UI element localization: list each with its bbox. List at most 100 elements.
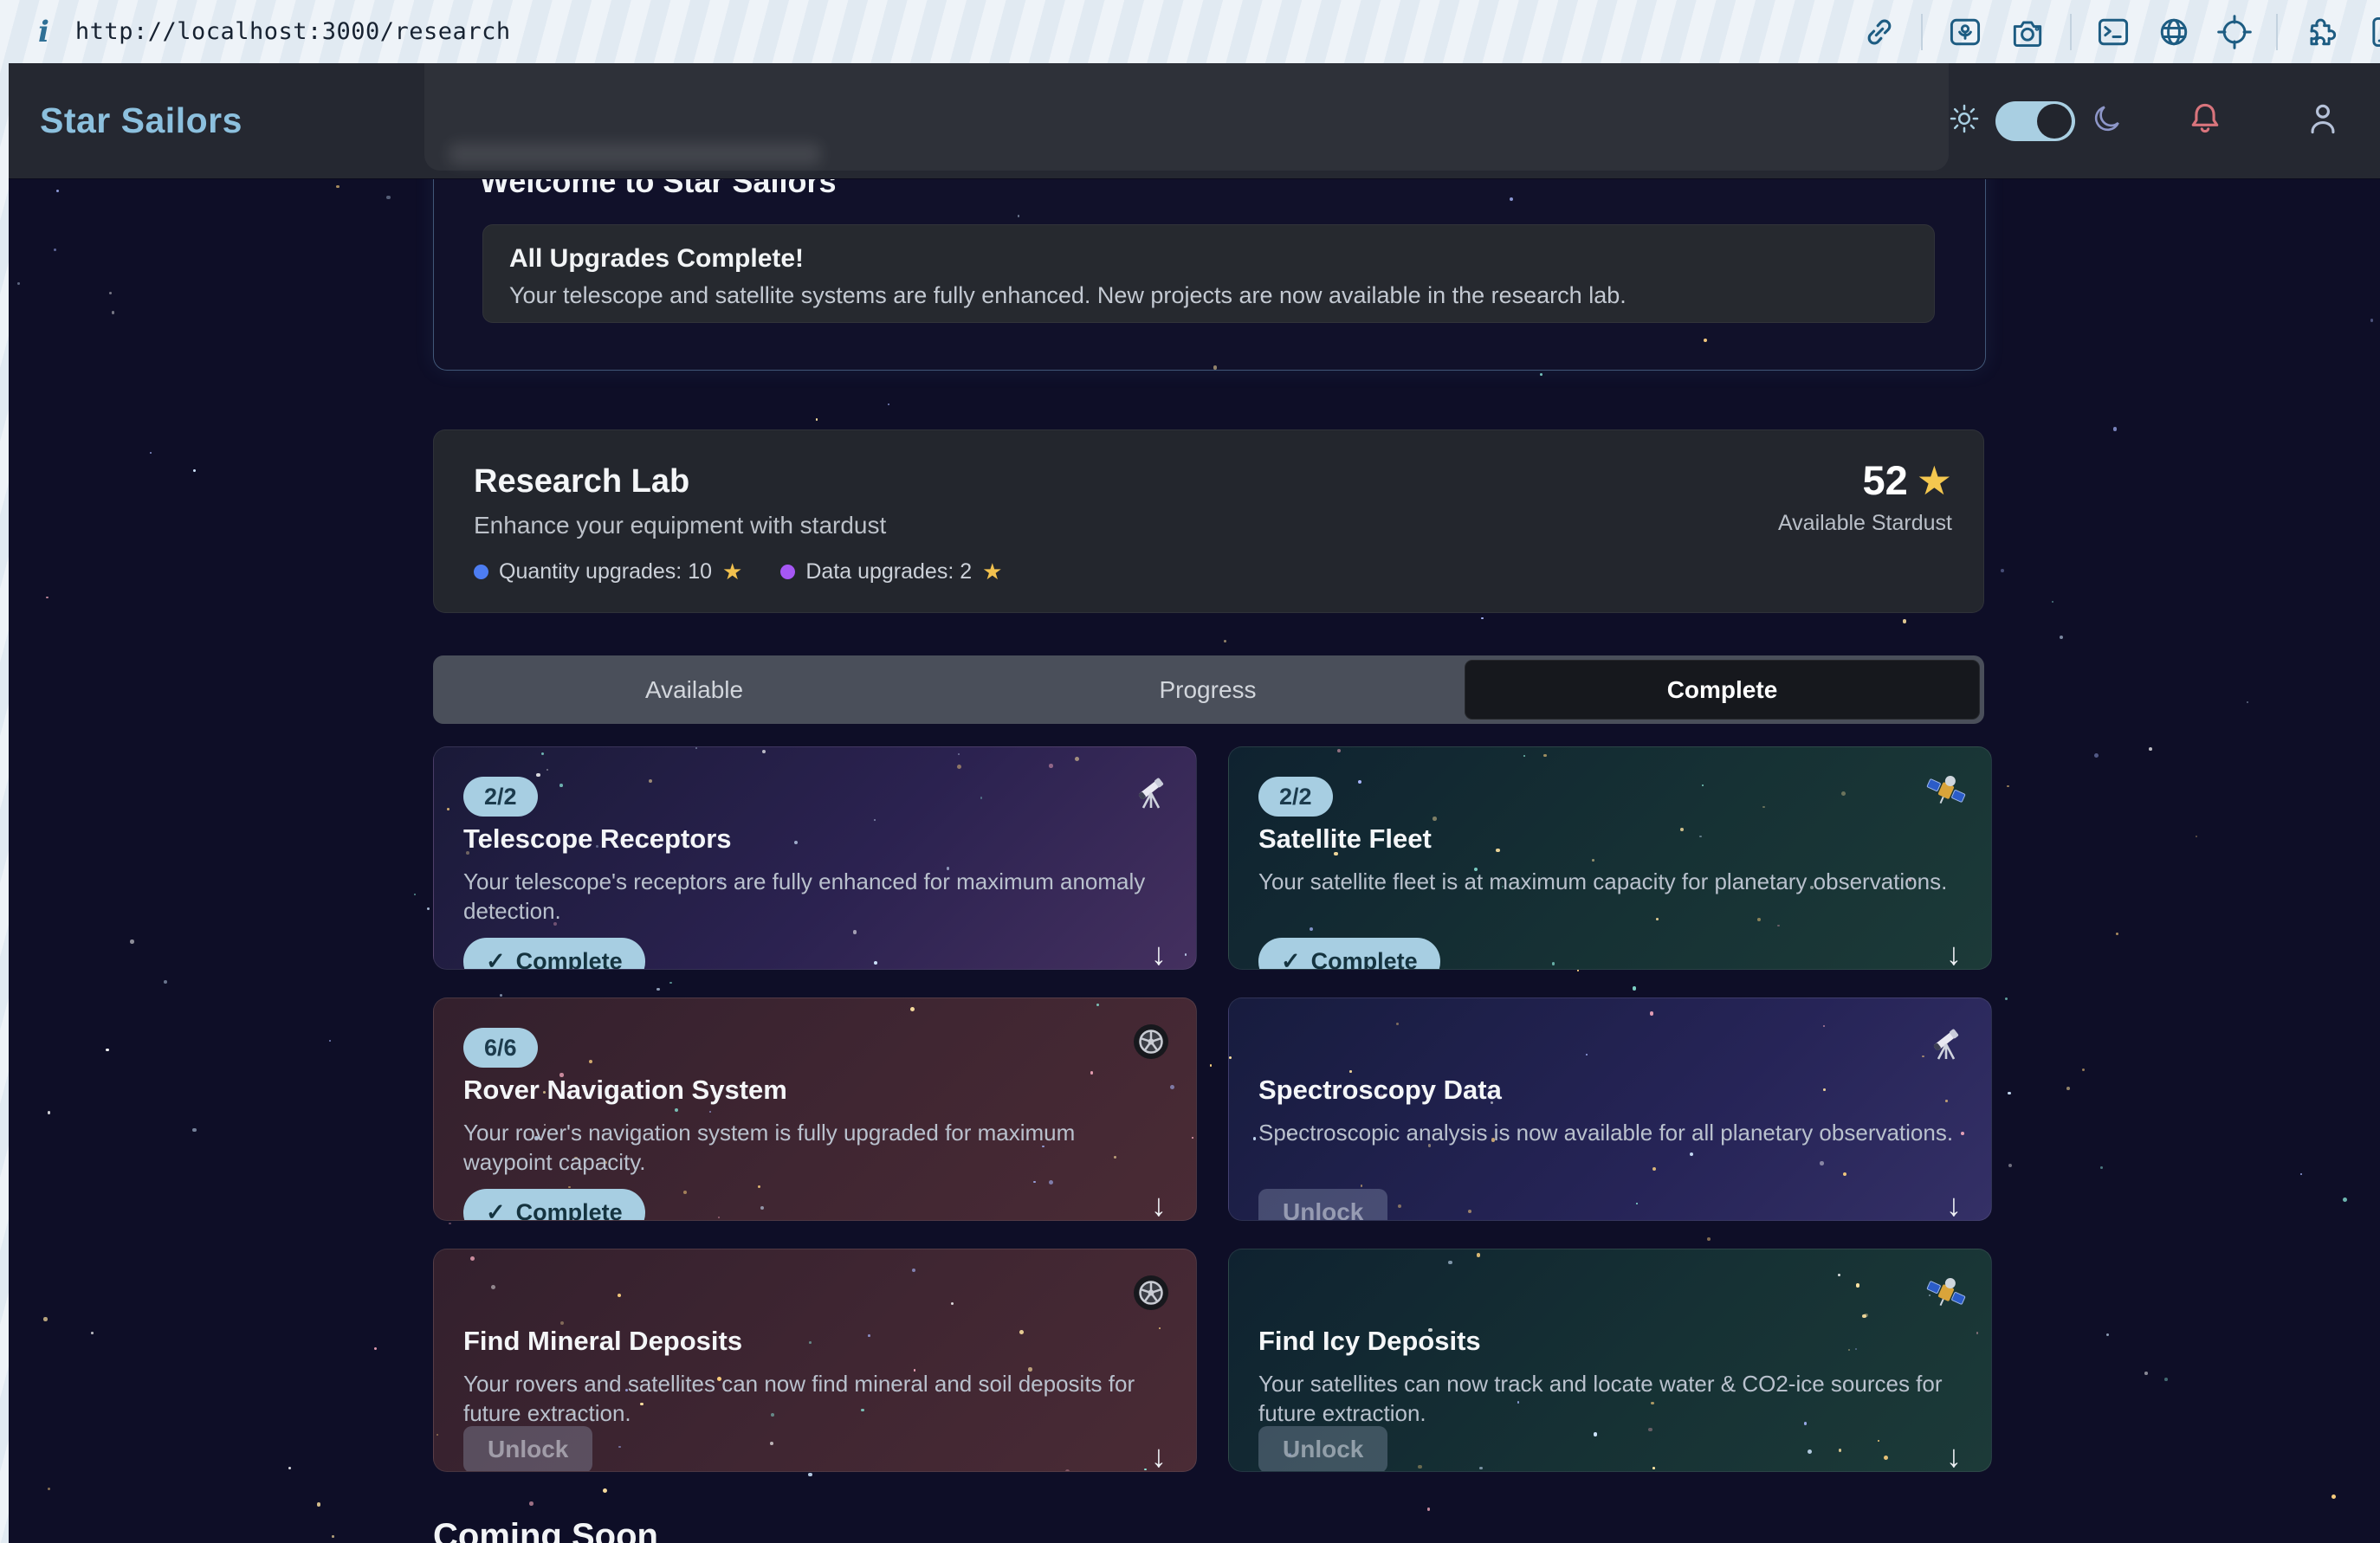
arrow-down-icon[interactable]: ↓ <box>1946 1187 1962 1221</box>
card-icon <box>1925 770 1967 811</box>
satellite-icon <box>1925 1272 1967 1314</box>
card-starfield <box>1229 998 1991 1220</box>
notice-body: Your telescope and satellite systems are… <box>509 282 1908 309</box>
terminal-icon[interactable] <box>2094 13 2132 51</box>
stardust-count: 52 <box>1862 456 1907 504</box>
quantity-upgrades-badge: Quantity upgrades: 10 ★ <box>474 558 742 585</box>
count-badge: 2/2 <box>463 777 538 817</box>
star-icon: ★ <box>982 558 1002 585</box>
telescope-icon <box>1130 770 1172 811</box>
navbar: Star Sailors <box>9 63 2380 179</box>
research-lab-subtitle: Enhance your equipment with stardust <box>474 512 886 539</box>
card-starfield <box>434 747 1196 969</box>
data-upgrades-badge: Data upgrades: 2 ★ <box>780 558 1002 585</box>
card-icon <box>1925 1272 1967 1314</box>
unlock-button[interactable]: Unlock <box>1258 1426 1387 1472</box>
tabs: AvailableProgressComplete <box>433 655 1984 724</box>
project-card[interactable]: Spectroscopy Data Spectroscopic analysis… <box>1228 997 1992 1221</box>
count-badge: 2/2 <box>1258 777 1333 817</box>
unlock-button[interactable]: Unlock <box>1258 1189 1387 1221</box>
screen: i http://localhost:3000/research Welcome… <box>0 0 2380 1543</box>
telescope-icon <box>1925 1021 1967 1062</box>
card-starfield <box>1229 747 1991 969</box>
card-title: Find Mineral Deposits <box>463 1326 742 1357</box>
sun-icon <box>1947 101 1982 140</box>
card-starfield <box>434 998 1196 1220</box>
purple-dot-icon <box>780 565 795 579</box>
navbar-actions <box>1947 100 2380 142</box>
card-description: Your telescope's receptors are fully enh… <box>463 867 1160 926</box>
camera-icon[interactable] <box>2008 13 2047 51</box>
wheel-icon <box>1130 1272 1172 1314</box>
check-icon: ✓ <box>1281 948 1301 970</box>
crosshair-icon[interactable] <box>2215 13 2254 51</box>
upgrades-complete-notice: All Upgrades Complete! Your telescope an… <box>482 224 1935 323</box>
project-grid: 2/2 Telescope Receptors Your telescope's… <box>433 746 1990 1472</box>
complete-badge: ✓ Complete <box>463 938 645 970</box>
data-upgrades-label: Data upgrades: 2 <box>805 559 972 584</box>
card-description: Spectroscopic analysis is now available … <box>1258 1118 1955 1147</box>
card-title: Rover Navigation System <box>463 1075 787 1106</box>
wheel-icon <box>1130 1021 1172 1062</box>
star-icon: ★ <box>1917 457 1952 504</box>
person-icon[interactable] <box>2304 100 2342 142</box>
url-text[interactable]: http://localhost:3000/research <box>75 18 511 45</box>
star-icon: ★ <box>722 558 742 585</box>
card-description: Your satellites can now track and locate… <box>1258 1369 1955 1428</box>
link-icon[interactable] <box>1860 13 1898 51</box>
card-description: Your rover's navigation system is fully … <box>463 1118 1160 1177</box>
card-title: Find Icy Deposits <box>1258 1326 1481 1357</box>
device-icon[interactable] <box>2363 13 2380 51</box>
tab-complete[interactable]: Complete <box>1465 660 1980 720</box>
satellite-icon <box>1925 770 1967 811</box>
project-card[interactable]: 2/2 Satellite Fleet Your satellite fleet… <box>1228 746 1992 970</box>
card-description: Your satellite fleet is at maximum capac… <box>1258 867 1955 896</box>
check-icon: ✓ <box>486 1199 506 1221</box>
toggle-knob[interactable] <box>2037 104 2072 139</box>
url-bar[interactable]: i http://localhost:3000/research <box>0 15 1860 49</box>
unlock-button[interactable]: Unlock <box>463 1426 592 1472</box>
project-card[interactable]: 2/2 Telescope Receptors Your telescope's… <box>433 746 1197 970</box>
blue-dot-icon <box>474 565 488 579</box>
count-badge: 6/6 <box>463 1028 538 1068</box>
arrow-down-icon[interactable]: ↓ <box>1151 1438 1167 1472</box>
project-card[interactable]: Find Mineral Deposits Your rovers and sa… <box>433 1249 1197 1472</box>
card-icon <box>1130 1272 1172 1314</box>
bell-icon[interactable] <box>2186 100 2224 142</box>
image-icon[interactable] <box>1945 13 1985 51</box>
puzzle-icon[interactable] <box>2300 13 2340 51</box>
theme-toggle[interactable] <box>1995 101 2075 141</box>
quantity-upgrades-label: Quantity upgrades: 10 <box>499 559 712 584</box>
arrow-down-icon[interactable]: ↓ <box>1151 1187 1167 1221</box>
toolbar-separator <box>2276 14 2278 50</box>
card-title: Telescope Receptors <box>463 823 732 855</box>
card-title: Spectroscopy Data <box>1258 1075 1502 1106</box>
project-card[interactable]: 6/6 Rover Navigation System Your rover's… <box>433 997 1197 1221</box>
browser-toolbar: i http://localhost:3000/research <box>0 0 2380 63</box>
info-icon[interactable]: i <box>38 15 49 49</box>
card-description: Your rovers and satellites can now find … <box>463 1369 1160 1428</box>
tab-available[interactable]: Available <box>437 660 951 720</box>
toolbar-separator <box>2070 14 2072 50</box>
stardust-label: Available Stardust <box>1778 511 1952 536</box>
stardust-summary: 52 ★ Available Stardust <box>1778 456 1952 536</box>
card-icon <box>1130 1021 1172 1062</box>
card-icon <box>1130 770 1172 811</box>
arrow-down-icon[interactable]: ↓ <box>1946 936 1962 970</box>
project-card[interactable]: Find Icy Deposits Your satellites can no… <box>1228 1249 1992 1472</box>
app-brand: Star Sailors <box>9 100 243 141</box>
toolbar-icon-group <box>1860 13 2380 51</box>
card-title: Satellite Fleet <box>1258 823 1432 855</box>
coming-soon-heading: Coming Soon <box>433 1517 658 1543</box>
navbar-ghost-text <box>449 143 821 165</box>
arrow-down-icon[interactable]: ↓ <box>1946 1438 1962 1472</box>
complete-badge: ✓ Complete <box>463 1189 645 1221</box>
notice-title: All Upgrades Complete! <box>509 244 1908 274</box>
toolbar-separator <box>1921 14 1923 50</box>
globe-icon[interactable] <box>2155 13 2193 51</box>
research-lab-title: Research Lab <box>474 463 689 500</box>
arrow-down-icon[interactable]: ↓ <box>1151 936 1167 970</box>
tab-progress[interactable]: Progress <box>951 660 1465 720</box>
research-lab-card: Research Lab Enhance your equipment with… <box>433 429 1984 613</box>
check-icon: ✓ <box>486 948 506 970</box>
